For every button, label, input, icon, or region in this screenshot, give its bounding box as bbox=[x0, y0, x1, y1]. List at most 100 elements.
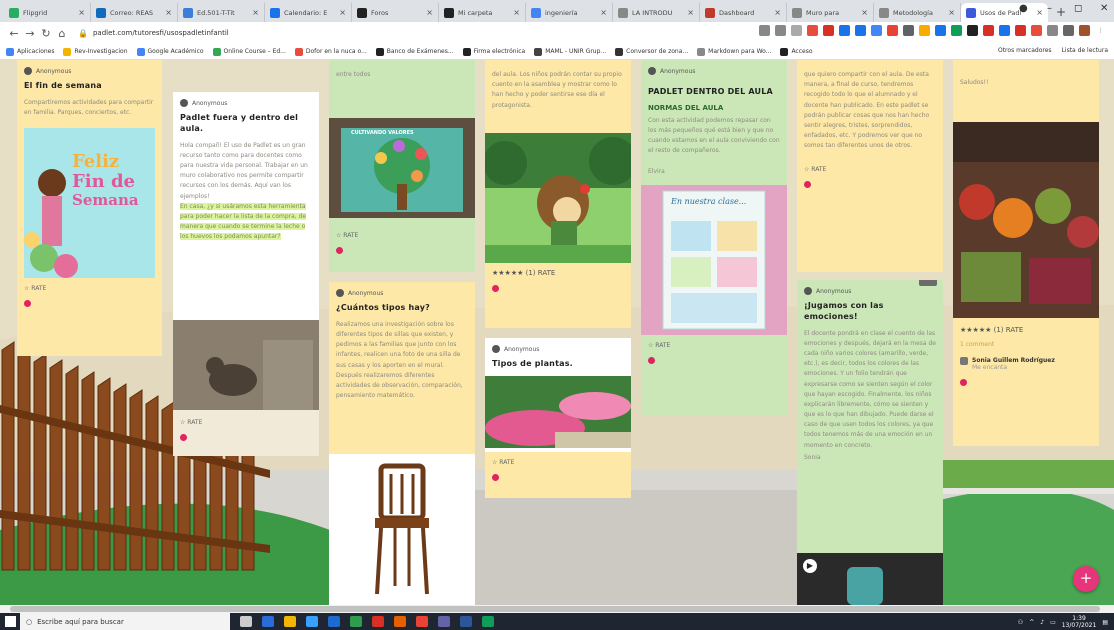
star-rating[interactable]: ★★★★★ (1) RATE bbox=[492, 269, 624, 277]
browser-tab[interactable]: LA INTRODU × bbox=[613, 3, 700, 22]
bookmark-item[interactable]: Google Académico bbox=[136, 47, 204, 56]
post-card-padlet-aula-image[interactable]: ☆ RATE bbox=[173, 320, 319, 456]
close-tab-icon[interactable]: × bbox=[774, 8, 781, 17]
avatar[interactable] bbox=[1079, 25, 1090, 36]
bookmark-item[interactable]: MAML - UNIR Grup... bbox=[534, 47, 606, 56]
video-embed[interactable]: ▶ bbox=[797, 553, 943, 605]
post-card-normas[interactable]: Anonymous PADLET DENTRO DEL AULA NORMAS … bbox=[641, 60, 787, 415]
rate-button[interactable]: ☆ RATE bbox=[180, 419, 312, 426]
post-card-padlet-aula[interactable]: Anonymous Padlet fuera y dentro del aula… bbox=[173, 92, 319, 320]
class-rules-image[interactable]: En nuestra clase... bbox=[641, 184, 787, 335]
close-window-button[interactable]: ✕ bbox=[1100, 3, 1108, 14]
bookmark-item[interactable]: Rev-Investigacion bbox=[63, 47, 128, 56]
extension-icon[interactable] bbox=[855, 25, 866, 36]
volume-icon[interactable]: ♪ bbox=[1040, 619, 1044, 626]
comment-bar[interactable] bbox=[24, 300, 155, 308]
browser-tab[interactable]: Flipgrid × bbox=[4, 3, 91, 22]
extension-icon[interactable] bbox=[1015, 25, 1026, 36]
bookmark-item[interactable]: Dofor en la nuca o... bbox=[294, 47, 367, 56]
edge-icon[interactable] bbox=[262, 616, 274, 627]
forward-arrow-icon[interactable]: → bbox=[22, 27, 38, 40]
market-photo[interactable] bbox=[953, 122, 1099, 319]
close-tab-icon[interactable]: × bbox=[78, 8, 85, 17]
close-tab-icon[interactable]: × bbox=[1036, 8, 1043, 17]
star-rating[interactable]: ★★★★★ (1) RATE bbox=[960, 326, 1092, 334]
scrollbar-thumb[interactable] bbox=[10, 606, 1100, 612]
hedgehog-image[interactable] bbox=[485, 132, 631, 263]
comment-bar[interactable] bbox=[648, 356, 780, 364]
browser-tab[interactable]: Usos de Padl × bbox=[961, 3, 1048, 22]
comment-bar[interactable] bbox=[960, 379, 1092, 387]
app-icon[interactable] bbox=[350, 616, 362, 627]
browser-tab[interactable]: Muro para × bbox=[787, 3, 874, 22]
extension-icon[interactable] bbox=[967, 25, 978, 36]
close-tab-icon[interactable]: × bbox=[600, 8, 607, 17]
reload-icon[interactable]: ↻ bbox=[38, 27, 54, 40]
browser-tab[interactable]: Mi carpeta × bbox=[439, 3, 526, 22]
browser-tab[interactable]: Metodología × bbox=[874, 3, 961, 22]
browser-tab[interactable]: Calendario: E × bbox=[265, 3, 352, 22]
bookmark-item[interactable]: Markdown para Wo... bbox=[697, 47, 771, 56]
rate-button[interactable]: ☆ RATE bbox=[24, 285, 155, 292]
extension-icon[interactable] bbox=[935, 25, 946, 36]
bookmark-item[interactable]: Online Course – Ed... bbox=[212, 47, 286, 56]
browser-tab[interactable]: Dashboard × bbox=[700, 3, 787, 22]
close-tab-icon[interactable]: × bbox=[426, 8, 433, 17]
rate-button[interactable]: ☆ RATE bbox=[804, 166, 936, 173]
address-bar[interactable]: 🔒 padlet.com/tutoresfi/usospadletinfanti… bbox=[78, 25, 498, 41]
bookmark-item[interactable]: Aplicaciones bbox=[6, 47, 54, 56]
windows-start-icon[interactable] bbox=[5, 616, 16, 627]
task-view-icon[interactable] bbox=[240, 616, 252, 627]
add-post-button[interactable]: + bbox=[1073, 566, 1099, 592]
bookmark-item[interactable]: Conversor de zona... bbox=[615, 47, 688, 56]
extension-icon[interactable] bbox=[951, 25, 962, 36]
extension-icon[interactable] bbox=[999, 25, 1010, 36]
extension-icon[interactable] bbox=[887, 25, 898, 36]
horizontal-scrollbar[interactable] bbox=[0, 605, 1114, 613]
comment-count[interactable]: 1 comment bbox=[960, 340, 1092, 350]
comment-bar[interactable] bbox=[804, 180, 936, 188]
post-card-valores[interactable]: entre todos CULTIVANDO VALORES ☆ RATE bbox=[329, 60, 475, 272]
clock[interactable]: 1:39 13/07/2021 bbox=[1062, 615, 1097, 629]
play-icon[interactable]: ▶ bbox=[803, 559, 817, 573]
post-card-emociones[interactable]: 1 Anonymous ¡Jugamos con las emociones! … bbox=[797, 280, 943, 605]
rate-button[interactable]: ☆ RATE bbox=[648, 342, 780, 349]
taskbar-search[interactable]: ○ Escribe aquí para buscar bbox=[20, 613, 230, 630]
extension-icon[interactable] bbox=[919, 25, 930, 36]
post-card-weekend[interactable]: Anonymous El fin de semana Compartiremos… bbox=[17, 60, 162, 356]
back-arrow-icon[interactable]: ← bbox=[6, 27, 22, 40]
kebab-menu-icon[interactable]: ⋮ bbox=[1095, 25, 1106, 36]
network-icon[interactable]: ▭ bbox=[1050, 619, 1056, 626]
puzzle-icon[interactable] bbox=[1063, 25, 1074, 36]
post-card-plants-footer[interactable]: ☆ RATE bbox=[485, 452, 631, 498]
weekend-image[interactable]: Feliz Fin de Semana bbox=[24, 128, 155, 279]
extension-icon[interactable] bbox=[1047, 25, 1058, 36]
close-tab-icon[interactable]: × bbox=[948, 8, 955, 17]
extension-icon[interactable] bbox=[807, 25, 818, 36]
extension-icon[interactable] bbox=[903, 25, 914, 36]
reading-list-button[interactable]: Lista de lectura bbox=[1062, 47, 1108, 54]
home-icon[interactable]: ⌂ bbox=[54, 27, 70, 40]
bookmark-item[interactable]: Banco de Exámenes... bbox=[375, 47, 454, 56]
close-tab-icon[interactable]: × bbox=[165, 8, 172, 17]
extension-icon[interactable] bbox=[775, 25, 786, 36]
rate-button[interactable]: ☆ RATE bbox=[336, 232, 468, 239]
extension-icon[interactable] bbox=[983, 25, 994, 36]
valores-poster[interactable]: CULTIVANDO VALORES bbox=[329, 118, 475, 219]
close-tab-icon[interactable]: × bbox=[252, 8, 259, 17]
maximize-button[interactable]: ◻ bbox=[1074, 3, 1082, 14]
close-tab-icon[interactable]: × bbox=[861, 8, 868, 17]
extension-icon[interactable] bbox=[1031, 25, 1042, 36]
teams-icon[interactable] bbox=[438, 616, 450, 627]
bookmark-item[interactable]: Acceso bbox=[780, 47, 813, 56]
other-bookmarks-folder[interactable]: Otros marcadores bbox=[998, 47, 1052, 54]
extension-icon[interactable] bbox=[839, 25, 850, 36]
browser-tab[interactable]: Correo: REAS × bbox=[91, 3, 178, 22]
browser-tab[interactable]: ingeniería × bbox=[526, 3, 613, 22]
chrome-icon[interactable] bbox=[416, 616, 428, 627]
minimize-button[interactable]: – bbox=[1047, 3, 1052, 14]
mail-icon[interactable] bbox=[328, 616, 340, 627]
chair-photo[interactable] bbox=[329, 454, 475, 605]
store-icon[interactable] bbox=[306, 616, 318, 627]
app-icon[interactable] bbox=[482, 616, 494, 627]
